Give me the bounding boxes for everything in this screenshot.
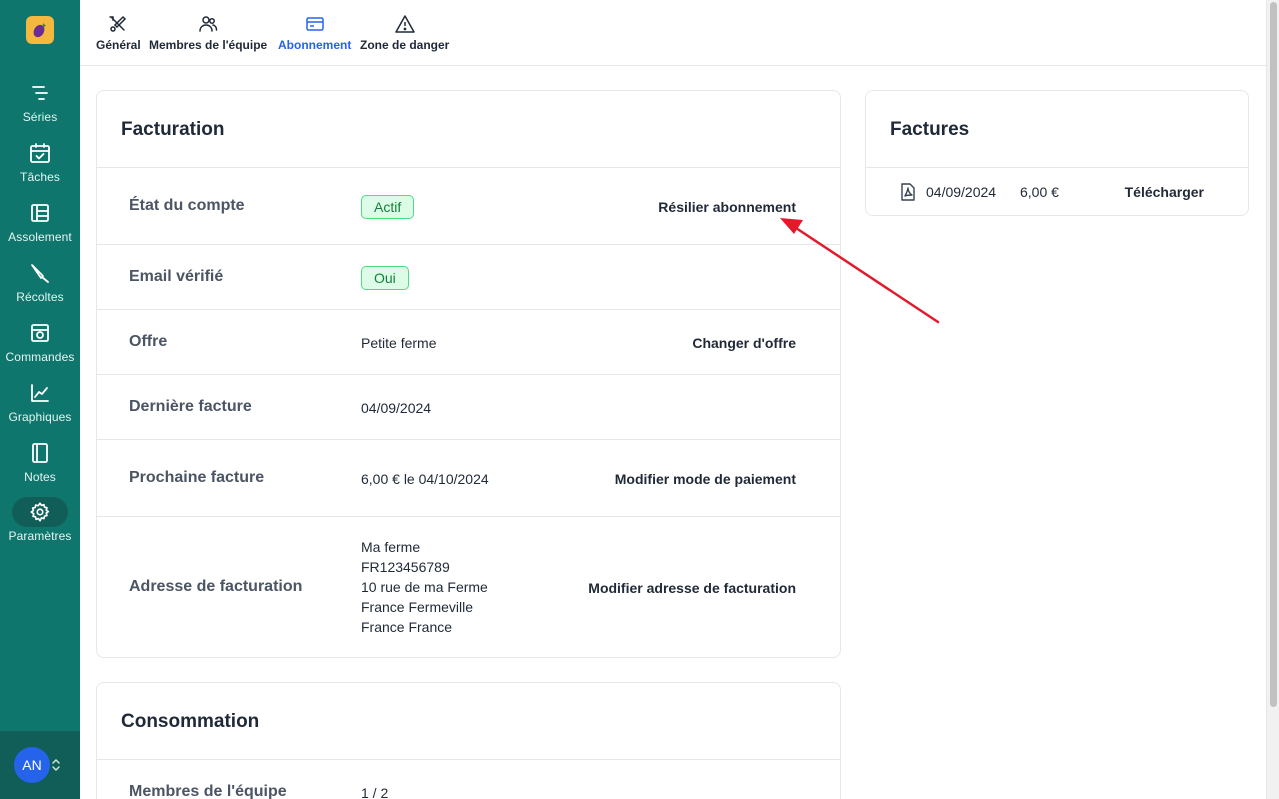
avatar[interactable]: AN: [14, 747, 50, 783]
row-last-invoice: Dernière facture 04/09/2024: [97, 374, 840, 439]
sidebar-item-label: Séries: [22, 110, 58, 124]
calendar-check-icon: [22, 138, 58, 168]
sidebar-item-orders[interactable]: Commandes: [0, 318, 80, 374]
row-next-invoice: Prochaine facture 6,00 € le 04/10/2024 M…: [97, 439, 840, 516]
scrollbar-thumb[interactable]: [1270, 2, 1277, 707]
tab-subscription[interactable]: Abonnement: [278, 14, 351, 52]
billing-address: Ma ferme FR123456789 10 rue de ma Ferme …: [361, 537, 488, 637]
change-plan-button[interactable]: Changer d'offre: [692, 335, 796, 351]
consumption-card: Consommation Membres de l'équipe 1 / 2: [96, 682, 841, 799]
sidebar: Séries Tâches Assolement Récoltes Comman…: [0, 0, 80, 799]
sidebar-item-label: Paramètres: [8, 529, 72, 543]
pdf-file-icon: [901, 183, 915, 201]
gear-icon: [12, 497, 68, 527]
warning-icon: [394, 15, 415, 33]
sidebar-item-label: Assolement: [8, 230, 72, 244]
download-invoice-button[interactable]: Télécharger: [1125, 184, 1204, 200]
cancel-subscription-button[interactable]: Résilier abonnement: [658, 199, 796, 215]
chevron-up-down-icon: [52, 758, 60, 772]
address-line: France Fermeville: [361, 599, 474, 615]
tab-general[interactable]: Général: [96, 14, 141, 52]
settings-tabs: Général Membres de l'équipe Abonnement Z…: [80, 0, 1266, 66]
sidebar-item-tasks[interactable]: Tâches: [0, 138, 80, 194]
tools-icon: [109, 15, 127, 32]
billing-card: Facturation État du compte Actif Résilie…: [96, 90, 841, 658]
invoice-amount: 6,00 €: [1020, 184, 1059, 200]
credit-card-icon: [305, 17, 324, 31]
status-badge: Actif: [361, 195, 415, 219]
billing-title: Facturation: [121, 119, 225, 140]
row-label: Dernière facture: [129, 398, 252, 415]
row-plan: Offre Petite ferme Changer d'offre: [97, 309, 840, 374]
row-email-verified: Email vérifié Oui: [97, 244, 840, 309]
address-line: Ma ferme: [361, 539, 421, 555]
invoices-title: Factures: [890, 119, 970, 140]
sidebar-item-label: Tâches: [20, 170, 60, 184]
team-members-value: 1 / 2: [361, 785, 389, 799]
change-payment-method-button[interactable]: Modifier mode de paiement: [615, 471, 796, 487]
sidebar-item-notes[interactable]: Notes: [0, 438, 80, 494]
consumption-title: Consommation: [121, 711, 260, 732]
change-billing-address-button[interactable]: Modifier adresse de facturation: [588, 580, 796, 596]
users-icon: [199, 16, 218, 32]
sidebar-item-settings[interactable]: Paramètres: [0, 497, 80, 553]
knife-icon: [22, 258, 58, 288]
app-logo[interactable]: [26, 16, 54, 44]
layout-icon: [22, 198, 58, 228]
row-label: Offre: [129, 333, 168, 350]
row-label: Adresse de facturation: [129, 578, 303, 595]
row-billing-address: Adresse de facturation Ma ferme FR123456…: [97, 516, 840, 658]
sidebar-item-charts[interactable]: Graphiques: [0, 378, 80, 434]
sidebar-item-assolement[interactable]: Assolement: [0, 198, 80, 254]
row-label: État du compte: [129, 197, 245, 214]
row-label: Email vérifié: [129, 268, 224, 285]
sidebar-item-label: Commandes: [5, 350, 75, 364]
invoice-date: 04/09/2024: [926, 184, 997, 200]
last-invoice-value: 04/09/2024: [361, 400, 432, 416]
tab-label: Abonnement: [278, 38, 352, 52]
address-line: 10 rue de ma Ferme: [361, 579, 488, 595]
sidebar-item-series[interactable]: Séries: [0, 78, 80, 134]
basket-icon: [22, 318, 58, 348]
sidebar-item-label: Récoltes: [16, 290, 64, 304]
tab-label: Zone de danger: [360, 38, 450, 52]
plan-value: Petite ferme: [361, 335, 437, 351]
series-icon: [22, 78, 58, 108]
row-team-members: Membres de l'équipe 1 / 2: [97, 759, 840, 799]
next-invoice-value: 6,00 € le 04/10/2024: [361, 471, 489, 487]
email-verified-badge: Oui: [361, 266, 409, 290]
row-label: Membres de l'équipe: [129, 783, 287, 799]
invoices-card: Factures 04/09/2024 6,00 € Télécharger: [865, 90, 1249, 216]
page-scrollbar[interactable]: [1266, 0, 1279, 799]
tab-team-members[interactable]: Membres de l'équipe: [149, 14, 267, 52]
address-line: France France: [361, 619, 453, 635]
notebook-icon: [22, 438, 58, 468]
row-label: Prochaine facture: [129, 469, 265, 486]
tab-label: Membres de l'équipe: [149, 38, 268, 52]
sidebar-item-label: Notes: [24, 470, 56, 484]
sidebar-item-label: Graphiques: [8, 410, 72, 424]
line-chart-icon: [22, 378, 58, 408]
invoice-row: 04/09/2024 6,00 € Télécharger: [866, 167, 1248, 216]
tab-danger-zone[interactable]: Zone de danger: [360, 14, 449, 52]
address-line: FR123456789: [361, 559, 450, 575]
eggplant-icon: [33, 23, 46, 38]
user-menu[interactable]: AN: [0, 731, 80, 799]
tab-label: Général: [96, 38, 141, 52]
sidebar-item-harvests[interactable]: Récoltes: [0, 258, 80, 314]
row-account-status: État du compte Actif Résilier abonnement: [97, 167, 840, 244]
